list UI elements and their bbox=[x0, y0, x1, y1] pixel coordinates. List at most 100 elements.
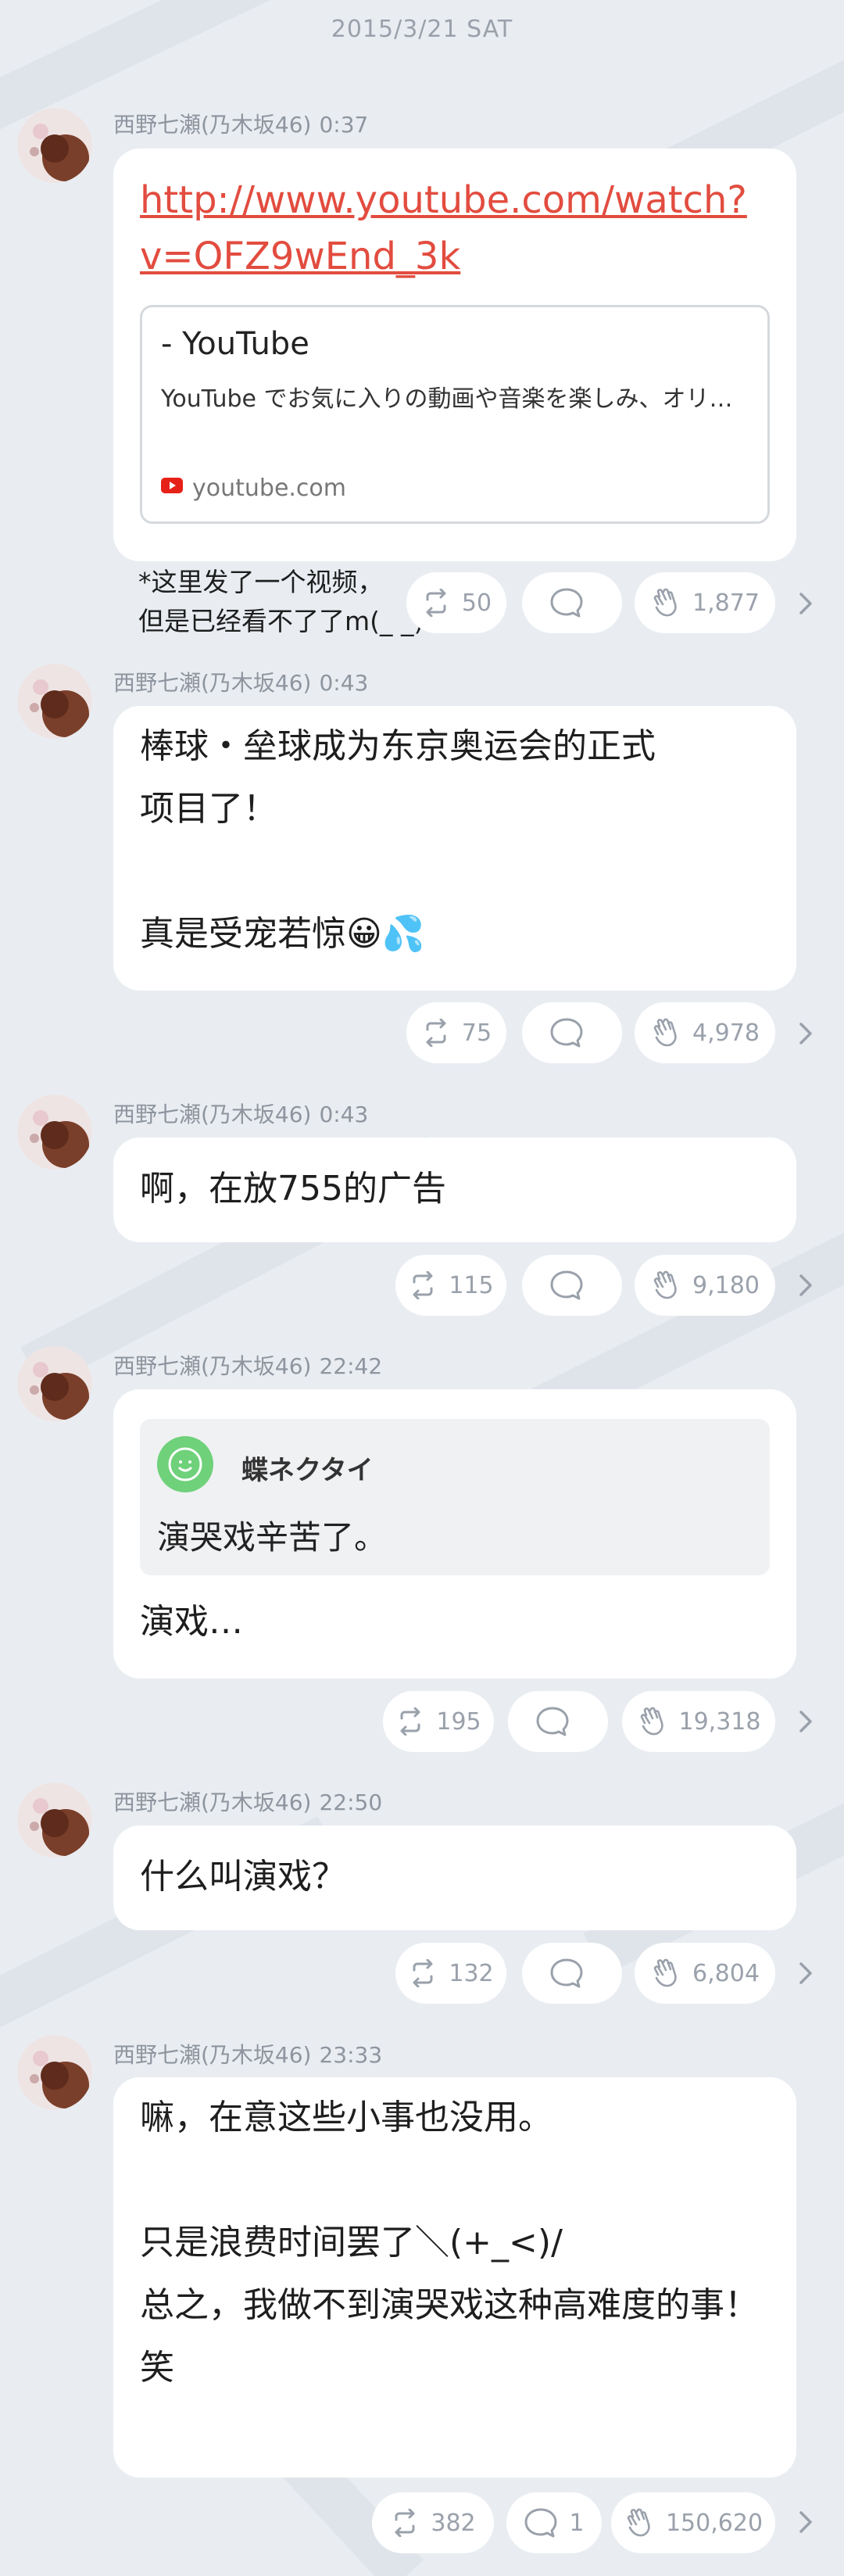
author-name[interactable]: 西野七瀬(乃木坂46) bbox=[113, 1102, 311, 1127]
author-name[interactable]: 西野七瀬(乃木坂46) bbox=[113, 1790, 311, 1815]
author-name[interactable]: 西野七瀬(乃木坂46) bbox=[113, 2042, 311, 2068]
repost-count: 115 bbox=[449, 1271, 494, 1299]
clap-icon bbox=[653, 1018, 677, 1047]
comment-button[interactable] bbox=[522, 1255, 622, 1316]
post-meta: 西野七瀬(乃木坂46) 22:50 bbox=[113, 1786, 390, 1817]
comment-button[interactable] bbox=[522, 572, 622, 633]
author-name[interactable]: 西野七瀬(乃木坂46) bbox=[113, 112, 311, 138]
avatar[interactable] bbox=[17, 664, 92, 739]
post-meta: 西野七瀬(乃木坂46) 23:33 bbox=[113, 2038, 390, 2069]
clap-count: 19,318 bbox=[678, 1707, 761, 1736]
post-time: 0:43 bbox=[319, 670, 369, 696]
repost-icon bbox=[400, 1707, 420, 1736]
comment-icon bbox=[550, 1018, 583, 1048]
repost-icon bbox=[395, 2509, 415, 2537]
repost-icon bbox=[426, 589, 446, 617]
repost-icon bbox=[413, 1271, 433, 1299]
date-header: 2015/3/21 SAT bbox=[331, 16, 513, 43]
post-meta: 西野七瀬(乃木坂46) 22:42 bbox=[113, 1349, 390, 1381]
chevron-right-icon[interactable] bbox=[794, 1270, 817, 1301]
repost-icon bbox=[413, 1959, 433, 1987]
avatar[interactable] bbox=[17, 1782, 92, 1858]
repost-button[interactable]: 382 bbox=[372, 2492, 494, 2553]
repost-button[interactable]: 195 bbox=[383, 1691, 494, 1752]
card-domain: youtube.com bbox=[192, 475, 347, 502]
comment-count: 1 bbox=[569, 2509, 585, 2537]
quoted-reply[interactable]: 蝶ネクタイ 演哭戏辛苦了。 bbox=[140, 1419, 770, 1575]
comment-icon bbox=[536, 1707, 569, 1736]
chevron-right-icon[interactable] bbox=[794, 2506, 817, 2538]
clap-button[interactable]: 9,180 bbox=[635, 1255, 775, 1316]
post-time: 0:37 bbox=[319, 112, 369, 138]
clap-icon bbox=[640, 1707, 663, 1736]
chevron-right-icon[interactable] bbox=[794, 588, 817, 619]
clap-icon bbox=[653, 1958, 677, 1987]
clap-icon bbox=[653, 588, 677, 617]
comment-button[interactable] bbox=[522, 1943, 622, 2004]
clap-button[interactable]: 6,804 bbox=[635, 1943, 775, 2004]
repost-count: 132 bbox=[449, 1959, 494, 1987]
post-bubble: 嘛，在意这些小事也没用。 只是浪费时间罢了＼(+_<)/ 总之，我做不到演哭戏这… bbox=[113, 2077, 796, 2477]
comment-icon bbox=[550, 588, 583, 618]
post-bubble: 什么叫演戏？ bbox=[113, 1825, 796, 1930]
clap-button[interactable]: 1,877 bbox=[635, 572, 775, 633]
clap-icon bbox=[653, 1270, 677, 1299]
clap-button[interactable]: 150,620 bbox=[611, 2492, 775, 2553]
post-bubble: 啊，在放755的广告 bbox=[113, 1138, 796, 1242]
comment-icon bbox=[524, 2508, 557, 2538]
comment-button[interactable]: 1 bbox=[506, 2492, 602, 2553]
card-title: - YouTube bbox=[161, 326, 309, 362]
clap-count: 4,978 bbox=[692, 1019, 760, 1047]
comment-icon bbox=[550, 1958, 583, 1988]
repost-button[interactable]: 115 bbox=[395, 1255, 506, 1316]
avatar[interactable] bbox=[17, 1095, 92, 1170]
post-bubble: 蝶ネクタイ 演哭戏辛苦了。 演戏… bbox=[113, 1389, 796, 1679]
comment-icon bbox=[550, 1270, 583, 1300]
post-text: 嘛，在意这些小事也没用。 只是浪费时间罢了＼(+_<)/ 总之，我做不到演哭戏这… bbox=[140, 2098, 759, 2388]
comment-button[interactable] bbox=[522, 1002, 622, 1063]
repost-button[interactable]: 132 bbox=[395, 1943, 506, 2004]
quote-text: 演哭戏辛苦了。 bbox=[157, 1518, 388, 1557]
comment-button[interactable] bbox=[508, 1691, 608, 1752]
repost-count: 75 bbox=[461, 1019, 492, 1047]
post-text: 什么叫演戏？ bbox=[140, 1857, 346, 1897]
clap-count: 9,180 bbox=[692, 1271, 760, 1299]
repost-button[interactable]: 50 bbox=[406, 572, 506, 633]
repost-button[interactable]: 75 bbox=[406, 1002, 506, 1063]
chevron-right-icon[interactable] bbox=[794, 1018, 817, 1049]
post-time: 22:42 bbox=[319, 1353, 383, 1379]
chevron-right-icon[interactable] bbox=[794, 1706, 817, 1737]
repost-icon bbox=[426, 1019, 446, 1047]
post-bubble: http://www.youtube.com/watch?v=OFZ9wEnd_… bbox=[113, 149, 796, 561]
author-name[interactable]: 西野七瀬(乃木坂46) bbox=[113, 670, 311, 696]
repost-count: 50 bbox=[461, 589, 492, 617]
youtube-icon bbox=[161, 478, 183, 493]
quote-author: 蝶ネクタイ bbox=[241, 1455, 374, 1486]
post-link[interactable]: http://www.youtube.com/watch?v=OFZ9wEnd_… bbox=[140, 172, 765, 285]
avatar[interactable] bbox=[17, 108, 92, 183]
clap-count: 150,620 bbox=[665, 2509, 764, 2537]
post-meta: 西野七瀬(乃木坂46) 0:43 bbox=[113, 666, 376, 697]
clap-button[interactable]: 19,318 bbox=[622, 1691, 775, 1752]
chevron-right-icon[interactable] bbox=[794, 1958, 817, 1989]
clap-count: 6,804 bbox=[692, 1959, 760, 1987]
post-text: 演戏… bbox=[140, 1602, 243, 1642]
clap-icon bbox=[627, 2508, 650, 2537]
post-time: 0:43 bbox=[319, 1102, 369, 1127]
repost-count: 195 bbox=[436, 1707, 481, 1736]
author-name[interactable]: 西野七瀬(乃木坂46) bbox=[113, 1353, 311, 1379]
quote-avatar bbox=[157, 1436, 213, 1492]
clap-count: 1,877 bbox=[692, 589, 760, 617]
post-time: 22:50 bbox=[319, 1790, 383, 1815]
clap-button[interactable]: 4,978 bbox=[635, 1002, 775, 1063]
post-meta: 西野七瀬(乃木坂46) 0:37 bbox=[113, 108, 376, 139]
link-preview-card[interactable]: - YouTube YouTube でお気に入りの動画や音楽を楽しみ、オリ… y… bbox=[140, 305, 770, 524]
post-time: 23:33 bbox=[319, 2042, 383, 2068]
post-meta: 西野七瀬(乃木坂46) 0:43 bbox=[113, 1098, 376, 1129]
smile-icon bbox=[168, 1447, 202, 1481]
post-bubble: 棒球・垒球成为东京奥运会的正式 项目了！ 真是受宠若惊😀💦 bbox=[113, 706, 796, 991]
post-caption: *这里发了一个视频， 但是已经看不了了m(_ _)m bbox=[138, 567, 449, 636]
post-text: 啊，在放755的广告 bbox=[140, 1169, 446, 1209]
avatar[interactable] bbox=[17, 2035, 92, 2110]
avatar[interactable] bbox=[17, 1346, 92, 1421]
